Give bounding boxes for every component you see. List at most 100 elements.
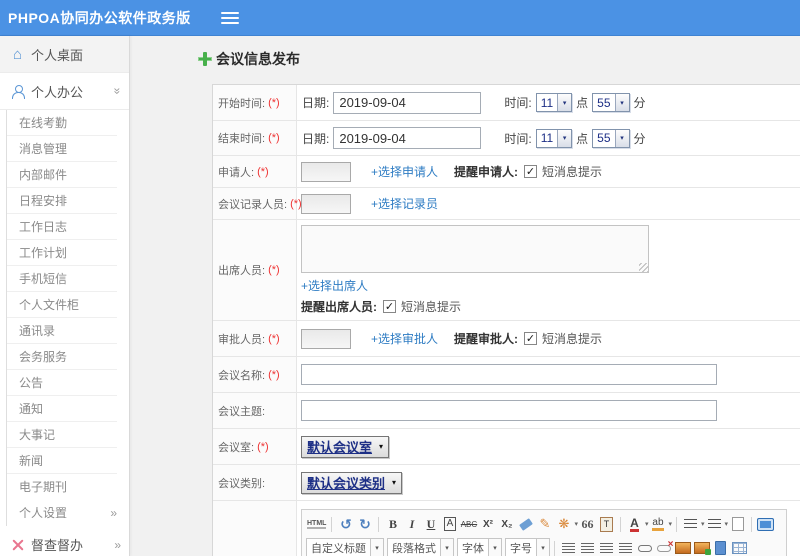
sms-remind-checkbox[interactable]: ✓: [383, 300, 396, 313]
insert-media-icon[interactable]: [712, 539, 729, 556]
insert-image-icon[interactable]: [674, 539, 691, 556]
source-code-button[interactable]: HTML: [307, 520, 327, 529]
sidebar-item-notice[interactable]: 通知: [7, 396, 117, 422]
select-arrow-icon[interactable]: ▾: [537, 538, 550, 556]
applicant-input[interactable]: [301, 161, 351, 182]
undo-icon[interactable]: ↺: [337, 515, 354, 533]
dropdown-caret-icon[interactable]: ▾: [574, 520, 578, 528]
chevron-down-icon: »: [110, 87, 125, 95]
sidebar-item-file-cabinet[interactable]: 个人文件柜: [7, 292, 117, 318]
sidebar-item-office[interactable]: 个人办公 »: [0, 73, 129, 110]
sidebar-item-announcement[interactable]: 公告: [7, 370, 117, 396]
form-row-applicant: 申请人: (*) +选择申请人 提醒申请人: ✓ 短消息提示: [213, 156, 800, 188]
sms-remind-checkbox[interactable]: ✓: [524, 332, 538, 345]
heading-select[interactable]: 自定义标题: [306, 538, 371, 556]
select-arrow-icon[interactable]: ▾: [371, 538, 384, 556]
attendees-textarea[interactable]: [301, 225, 649, 273]
recorder-input[interactable]: [301, 193, 351, 214]
app-title: PHPOA协同办公软件政务版: [8, 9, 191, 26]
sidebar-item-events[interactable]: 大事记: [7, 422, 117, 448]
approver-input[interactable]: [301, 328, 351, 349]
end-date-input[interactable]: [333, 127, 482, 149]
start-date-input[interactable]: [333, 91, 482, 114]
sidebar-item-supervise[interactable]: 督查督办 »: [0, 526, 129, 556]
pick-approver-link[interactable]: +选择审批人: [371, 330, 438, 347]
font-border-icon[interactable]: A: [443, 517, 457, 531]
strikethrough-icon[interactable]: ABC: [460, 515, 477, 533]
format-painter-icon[interactable]: ✎: [536, 515, 553, 533]
sms-remind-label: 短消息提示: [401, 300, 462, 314]
align-left-icon[interactable]: [560, 539, 577, 556]
dropdown-caret-icon[interactable]: ▾: [701, 520, 705, 528]
eraser-icon[interactable]: [517, 515, 534, 533]
remove-link-icon[interactable]: [655, 539, 673, 556]
align-justify-icon[interactable]: [617, 539, 634, 556]
align-center-icon[interactable]: [579, 539, 596, 556]
select-arrow-icon[interactable]: ▾: [441, 538, 454, 556]
scrawl-icon[interactable]: [693, 539, 711, 556]
unordered-list-icon[interactable]: [706, 515, 723, 533]
date-label: 日期:: [302, 131, 330, 146]
new-page-icon[interactable]: [729, 515, 746, 533]
select-arrow-icon[interactable]: ▾: [489, 538, 502, 556]
form-row-recorder: 会议记录人员: (*) +选择记录员: [213, 188, 800, 220]
dropdown-caret-icon[interactable]: ▾: [645, 520, 649, 528]
sms-remind-checkbox[interactable]: ✓: [524, 165, 538, 178]
align-right-icon[interactable]: [598, 539, 615, 556]
font-color-icon[interactable]: A: [626, 515, 643, 533]
meeting-type-select[interactable]: 默认会议类别 ▾: [301, 471, 403, 494]
sidebar-item-internal-mail[interactable]: 内部邮件: [7, 162, 117, 188]
meeting-name-input[interactable]: [301, 364, 717, 385]
select-arrow-icon: ▾: [614, 94, 629, 111]
underline-icon[interactable]: U: [422, 515, 439, 533]
fullscreen-icon[interactable]: [757, 515, 775, 533]
start-hour-select[interactable]: 11 ▾: [535, 93, 573, 112]
form-row-meeting-room: 会议室: (*) 默认会议室 ▾: [213, 429, 800, 465]
redo-icon[interactable]: ↻: [356, 515, 373, 533]
pick-attendee-link[interactable]: +选择出席人: [301, 277, 368, 294]
menu-toggle-icon[interactable]: [220, 11, 239, 24]
end-hour-select[interactable]: 11 ▾: [535, 128, 573, 148]
italic-icon[interactable]: I: [403, 515, 420, 533]
auto-typeset-icon[interactable]: ❋: [555, 515, 572, 533]
time-label: 时间:: [504, 131, 532, 146]
meeting-topic-input[interactable]: [301, 400, 717, 421]
start-minute-select[interactable]: 55 ▾: [592, 93, 630, 112]
dropdown-caret-icon[interactable]: ▾: [668, 520, 672, 528]
insert-table-icon[interactable]: [731, 539, 748, 556]
field-label: 会议主题:: [213, 393, 297, 428]
sidebar-item-work-log[interactable]: 工作日志: [7, 214, 117, 240]
insert-link-icon[interactable]: [636, 539, 653, 556]
paragraph-format-select[interactable]: 段落格式: [387, 538, 441, 556]
sidebar-item-contacts[interactable]: 通讯录: [7, 318, 117, 344]
ordered-list-icon[interactable]: [682, 515, 699, 533]
superscript-icon[interactable]: X²: [479, 515, 496, 533]
main-content: 会议信息发布 开始时间: (*) 日期: 时间: 11 ▾: [130, 36, 800, 556]
sidebar-item-attendance[interactable]: 在线考勤: [7, 110, 117, 136]
pick-recorder-link[interactable]: +选择记录员: [371, 195, 438, 212]
sidebar-item-mobile-sms[interactable]: 手机短信: [7, 266, 117, 292]
subscript-icon[interactable]: X₂: [498, 515, 515, 533]
sidebar-item-journal[interactable]: 电子期刊: [7, 474, 117, 500]
sms-remind-label: 短消息提示: [542, 165, 603, 179]
select-arrow-icon: ▾: [392, 478, 397, 487]
sidebar-item-settings[interactable]: 个人设置 »: [7, 500, 117, 526]
sidebar-item-schedule[interactable]: 日程安排: [7, 188, 117, 214]
remind-attendees-label: 提醒出席人员:: [301, 300, 377, 314]
font-family-select[interactable]: 字体: [457, 538, 489, 556]
meeting-room-select[interactable]: 默认会议室 ▾: [301, 435, 390, 458]
sidebar-item-desktop[interactable]: ⌂ 个人桌面: [0, 36, 129, 73]
paste-word-icon[interactable]: T: [598, 515, 615, 533]
end-minute-select[interactable]: 55 ▾: [592, 128, 630, 148]
sidebar-item-work-plan[interactable]: 工作计划: [7, 240, 117, 266]
highlight-color-icon[interactable]: ab: [649, 515, 666, 533]
sidebar-item-messages[interactable]: 消息管理: [7, 136, 117, 162]
bold-icon[interactable]: B: [384, 515, 401, 533]
pick-applicant-link[interactable]: +选择申请人: [371, 163, 438, 180]
sidebar-item-meeting-service[interactable]: 会务服务: [7, 344, 117, 370]
blockquote-icon[interactable]: 66: [579, 515, 596, 533]
top-bar: PHPOA协同办公软件政务版: [0, 0, 800, 36]
font-size-select[interactable]: 字号: [505, 538, 537, 556]
sidebar-item-news[interactable]: 新闻: [7, 448, 117, 474]
dropdown-caret-icon[interactable]: ▾: [725, 520, 729, 528]
